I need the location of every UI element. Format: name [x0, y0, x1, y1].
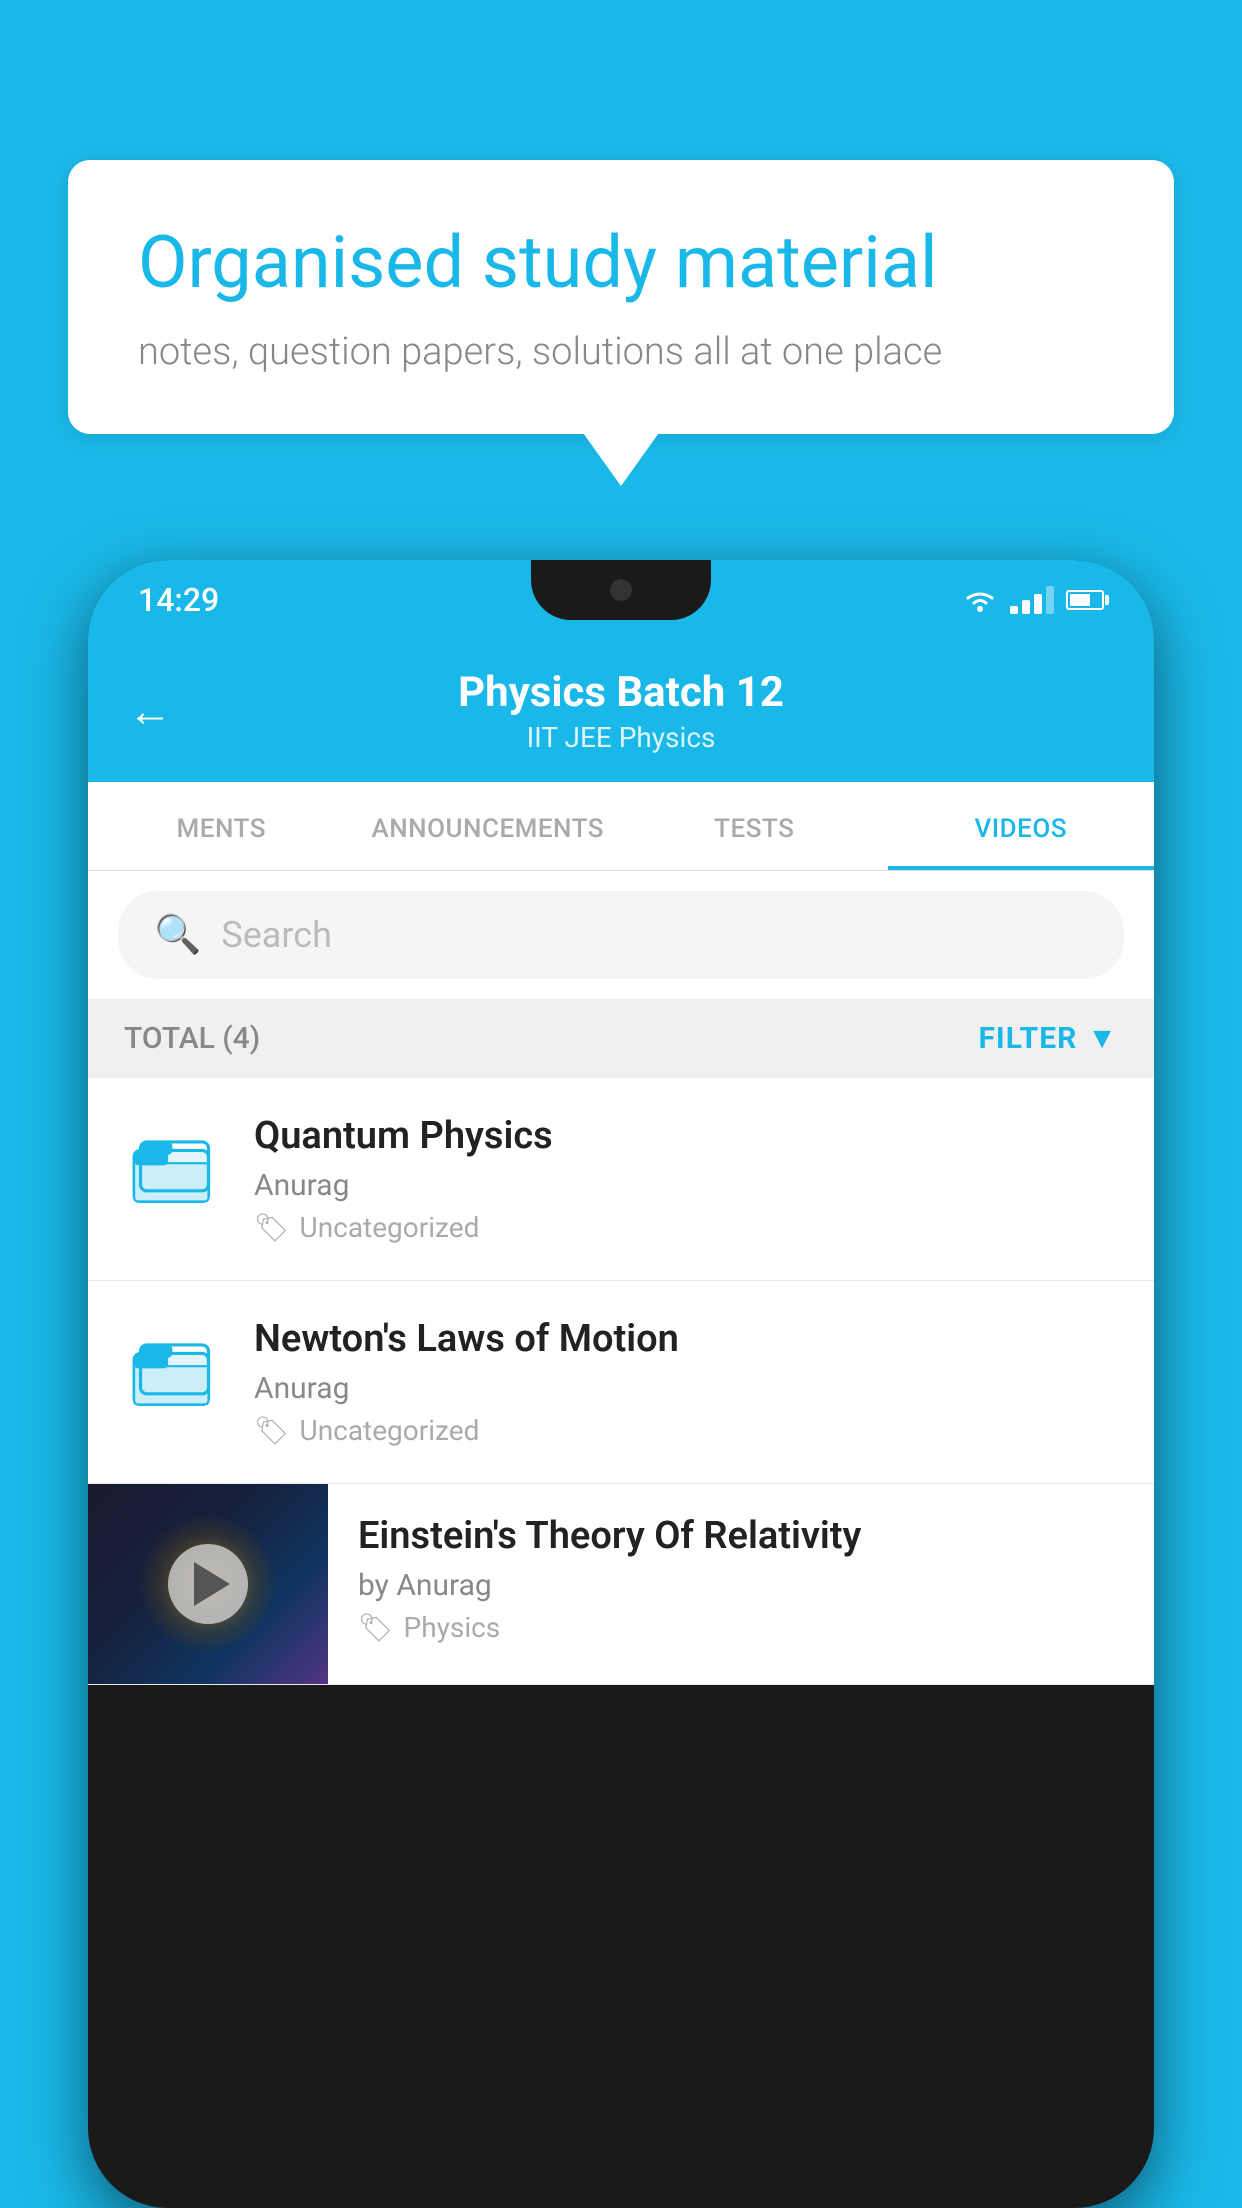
- tab-videos[interactable]: VIDEOS: [888, 782, 1155, 870]
- status-icons: [962, 586, 1104, 614]
- filter-funnel-icon: ▼: [1087, 1021, 1118, 1056]
- status-bar: 14:29: [88, 560, 1154, 640]
- filter-label: FILTER: [978, 1021, 1077, 1056]
- filter-row: TOTAL (4) FILTER ▼: [88, 999, 1154, 1078]
- item-author: Anurag: [254, 1168, 1118, 1203]
- phone-container: 14:29: [88, 560, 1154, 2208]
- tab-announcements[interactable]: ANNOUNCEMENTS: [355, 782, 622, 870]
- video-details: Einstein's Theory Of Relativity by Anura…: [328, 1484, 1154, 1674]
- header-title-block: Physics Batch 12 IIT JEE Physics: [202, 668, 1040, 754]
- content-list: Quantum Physics Anurag 🏷 Uncategorized: [88, 1078, 1154, 1685]
- item-title: Quantum Physics: [254, 1114, 1118, 1158]
- item-tag: 🏷 Uncategorized: [254, 1211, 1118, 1244]
- list-item[interactable]: Quantum Physics Anurag 🏷 Uncategorized: [88, 1078, 1154, 1281]
- phone-body: 14:29: [88, 560, 1154, 2208]
- video-author: by Anurag: [358, 1568, 1124, 1603]
- bubble-subtitle: notes, question papers, solutions all at…: [138, 330, 1104, 374]
- status-time: 14:29: [138, 581, 219, 619]
- play-icon: [194, 1562, 230, 1606]
- folder-svg: [132, 1329, 217, 1414]
- bubble-title: Organised study material: [138, 220, 1104, 306]
- tag-icon: 🏷: [254, 1414, 290, 1447]
- back-button[interactable]: ←: [128, 685, 172, 737]
- tag-label: Physics: [404, 1611, 501, 1644]
- play-button[interactable]: [168, 1544, 248, 1624]
- folder-icon: [124, 1321, 224, 1421]
- item-title: Newton's Laws of Motion: [254, 1317, 1118, 1361]
- batch-title: Physics Batch 12: [202, 668, 1040, 717]
- item-tag: 🏷 Uncategorized: [254, 1414, 1118, 1447]
- phone-notch: [531, 560, 711, 620]
- search-bar[interactable]: 🔍 Search: [118, 891, 1124, 979]
- search-icon: 🔍: [154, 913, 201, 957]
- search-bar-container: 🔍 Search: [88, 871, 1154, 999]
- item-details: Quantum Physics Anurag 🏷 Uncategorized: [254, 1114, 1118, 1244]
- video-title: Einstein's Theory Of Relativity: [358, 1514, 1124, 1558]
- tabs-bar: MENTS ANNOUNCEMENTS TESTS VIDEOS: [88, 782, 1154, 871]
- list-item[interactable]: Newton's Laws of Motion Anurag 🏷 Uncateg…: [88, 1281, 1154, 1484]
- item-details: Newton's Laws of Motion Anurag 🏷 Uncateg…: [254, 1317, 1118, 1447]
- video-thumbnail: [88, 1484, 328, 1684]
- speech-bubble-section: Organised study material notes, question…: [68, 160, 1174, 434]
- tag-icon: 🏷: [358, 1611, 394, 1644]
- wifi-icon: [962, 586, 998, 614]
- total-label: TOTAL (4): [124, 1021, 260, 1056]
- video-item[interactable]: Einstein's Theory Of Relativity by Anura…: [88, 1484, 1154, 1685]
- tag-icon: 🏷: [254, 1211, 290, 1244]
- signal-icon: [1010, 586, 1054, 614]
- speech-bubble: Organised study material notes, question…: [68, 160, 1174, 434]
- app-header: ← Physics Batch 12 IIT JEE Physics: [88, 640, 1154, 782]
- folder-icon: [124, 1118, 224, 1218]
- video-tag: 🏷 Physics: [358, 1611, 1124, 1644]
- batch-subtitle: IIT JEE Physics: [202, 721, 1040, 754]
- item-author: Anurag: [254, 1371, 1118, 1406]
- battery-icon: [1066, 590, 1104, 610]
- tab-tests[interactable]: TESTS: [621, 782, 888, 870]
- search-placeholder: Search: [221, 914, 332, 956]
- tab-ments[interactable]: MENTS: [88, 782, 355, 870]
- folder-svg: [132, 1126, 217, 1211]
- camera: [610, 579, 632, 601]
- filter-button[interactable]: FILTER ▼: [978, 1021, 1118, 1056]
- tag-label: Uncategorized: [300, 1414, 480, 1447]
- tag-label: Uncategorized: [300, 1211, 480, 1244]
